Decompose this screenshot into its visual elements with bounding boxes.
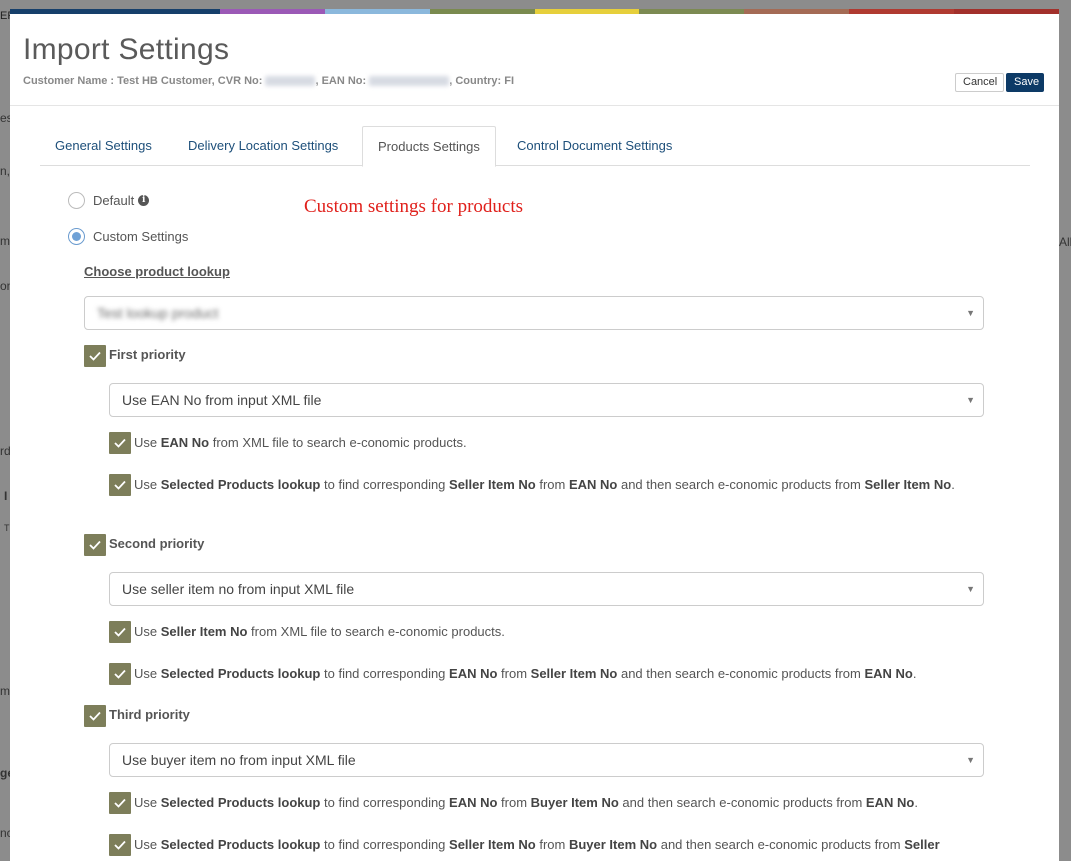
third-priority-rule-1-text: Use Selected Products lookup to find cor… — [134, 795, 918, 810]
third-priority-checkbox[interactable] — [84, 705, 106, 727]
custom-settings-note: Custom settings for products — [304, 196, 524, 217]
import-settings-modal: Import Settings Customer Name : Test HB … — [10, 14, 1059, 861]
bg-fragment: m — [0, 234, 10, 248]
bg-fragment: n, — [0, 164, 11, 178]
modal-title: Import Settings — [23, 33, 230, 66]
third-priority-rule-2-checkbox[interactable] — [109, 834, 131, 856]
chevron-down-icon: ▼ — [966, 308, 975, 318]
ean-label: , EAN No: — [315, 75, 367, 87]
default-option[interactable]: Default i — [68, 192, 150, 209]
bg-fragment: m — [0, 684, 10, 698]
cancel-button[interactable]: Cancel — [955, 73, 1004, 92]
chevron-down-icon: ▼ — [966, 584, 975, 594]
third-priority-select-value: Use buyer item no from input XML file — [122, 752, 356, 768]
custom-settings-label: Custom Settings — [93, 229, 189, 244]
second-priority-checkbox[interactable] — [84, 534, 106, 556]
first-priority-rule-1-checkbox[interactable] — [109, 432, 131, 454]
product-lookup-title: Choose product lookup — [84, 264, 230, 279]
product-lookup-value: Test lookup product — [97, 305, 219, 321]
first-priority-select[interactable]: Use EAN No from input XML file ▼ — [109, 383, 984, 417]
third-priority-rule-2-text: Use Selected Products lookup to find cor… — [134, 837, 940, 852]
custom-settings-radio[interactable] — [68, 228, 85, 245]
settings-tabs: General Settings Delivery Location Setti… — [40, 126, 1030, 167]
bg-fragment: I — [4, 489, 8, 503]
first-priority-checkbox[interactable] — [84, 345, 106, 367]
third-priority-select[interactable]: Use buyer item no from input XML file ▼ — [109, 743, 984, 777]
country-label: , Country: FI — [449, 75, 515, 87]
bg-fragment: All — [1059, 235, 1071, 249]
tab-delivery-location-settings[interactable]: Delivery Location Settings — [173, 126, 353, 166]
ean-value: 5790000001234 — [369, 76, 450, 87]
customer-info: Customer Name : Test HB Customer, CVR No… — [23, 75, 514, 87]
first-priority-rule-2-text: Use Selected Products lookup to find cor… — [134, 477, 955, 492]
second-priority-rule-1-text: Use Seller Item No from XML file to sear… — [134, 624, 505, 639]
default-label: Default — [93, 193, 135, 208]
tab-general-settings[interactable]: General Settings — [40, 126, 167, 166]
tab-products-settings[interactable]: Products Settings — [362, 126, 496, 167]
second-priority-rule-2-checkbox[interactable] — [109, 663, 131, 685]
info-circle-icon: i — [138, 195, 150, 206]
custom-settings-option[interactable]: Custom Settings — [68, 228, 188, 245]
tab-control-document-settings[interactable]: Control Document Settings — [502, 126, 687, 166]
third-priority-rule-1-checkbox[interactable] — [109, 792, 131, 814]
first-priority-rule-1-text: Use EAN No from XML file to search e-con… — [134, 435, 467, 450]
chevron-down-icon: ▼ — [966, 395, 975, 405]
customer-name-label: Customer Name : Test HB Customer, CVR No… — [23, 75, 263, 87]
third-priority-label: Third priority — [109, 707, 190, 722]
first-priority-label: First priority — [109, 347, 186, 362]
product-lookup-select[interactable]: Test lookup product ▼ — [84, 296, 984, 330]
second-priority-select[interactable]: Use seller item no from input XML file ▼ — [109, 572, 984, 606]
second-priority-select-value: Use seller item no from input XML file — [122, 581, 355, 597]
chevron-down-icon: ▼ — [966, 755, 975, 765]
cvr-value: 32214221 — [265, 76, 316, 87]
default-radio[interactable] — [68, 192, 85, 209]
second-priority-label: Second priority — [109, 536, 205, 551]
modal-header: Import Settings Customer Name : Test HB … — [10, 14, 1059, 106]
save-button[interactable]: Save — [1006, 73, 1044, 92]
bg-fragment: T — [4, 523, 10, 533]
second-priority-rule-1-checkbox[interactable] — [109, 621, 131, 643]
second-priority-rule-2-text: Use Selected Products lookup to find cor… — [134, 666, 917, 681]
first-priority-select-value: Use EAN No from input XML file — [122, 392, 322, 408]
